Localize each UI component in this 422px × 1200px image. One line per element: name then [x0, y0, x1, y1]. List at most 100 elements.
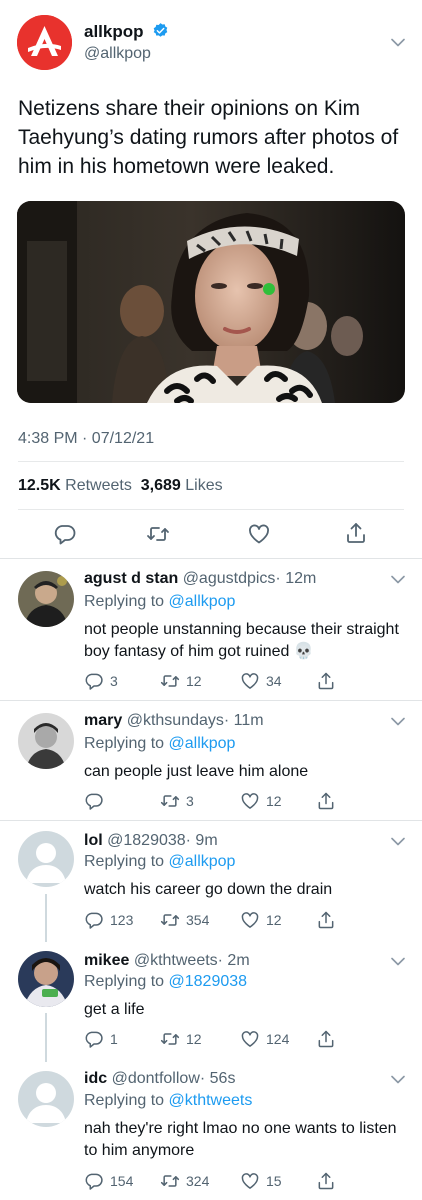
reply-tweet: mary @kthsundays· 11m Replying to @allkp… — [0, 701, 422, 819]
reply-time[interactable]: · 56s — [200, 1070, 236, 1087]
reply-button[interactable]: 1 — [84, 1029, 118, 1049]
heart-icon — [240, 1171, 260, 1191]
reply-author-name[interactable]: mary — [84, 712, 122, 729]
chevron-down-icon[interactable] — [391, 1075, 405, 1084]
retweet-button[interactable]: 354 — [160, 910, 209, 930]
reply-author-name[interactable]: mikee — [84, 952, 129, 969]
share-button[interactable] — [316, 1029, 336, 1049]
author-handle[interactable]: @allkpop — [84, 45, 151, 63]
share-button[interactable] — [316, 910, 336, 930]
share-button[interactable] — [316, 1171, 336, 1191]
reply-author-name[interactable]: idc — [84, 1070, 107, 1087]
reply-icon — [84, 671, 104, 691]
reply-icon — [84, 791, 104, 811]
share-button[interactable] — [316, 791, 336, 811]
heart-icon — [240, 671, 260, 691]
chevron-down-icon[interactable] — [391, 38, 405, 47]
reply-tweet: lol @1829038· 9m Replying to @allkpop wa… — [0, 821, 422, 941]
like-button[interactable]: 124 — [240, 1029, 289, 1049]
retweet-button[interactable]: 12 — [160, 1029, 202, 1049]
reply-author-handle[interactable]: @1829038 — [107, 832, 186, 849]
retweet-icon — [160, 791, 180, 811]
reply-time[interactable]: · 12m — [275, 570, 316, 587]
reply-text: get a life — [84, 1001, 145, 1018]
share-button[interactable] — [316, 671, 336, 691]
reply-text: nah they're right lmao no one wants to l… — [84, 1120, 397, 1159]
like-button[interactable]: 15 — [240, 1171, 282, 1191]
reply-author-handle[interactable]: @kthsundays — [127, 712, 224, 729]
reply-count: 3 — [110, 673, 118, 689]
retweet-icon — [160, 1171, 180, 1191]
replying-to-handle[interactable]: @allkpop — [169, 853, 236, 870]
replying-to: Replying to @1829038 — [84, 973, 247, 991]
replying-to-handle[interactable]: @1829038 — [169, 973, 248, 990]
reply-icon[interactable] — [53, 522, 77, 546]
user-avatar-image — [18, 571, 74, 627]
reply-author-name[interactable]: lol — [84, 832, 103, 849]
reply-button[interactable]: 123 — [84, 910, 133, 930]
share-icon — [316, 671, 336, 691]
main-tweet: allkpop @allkpop Netizens share their op… — [0, 0, 422, 557]
like-button[interactable]: 12 — [240, 910, 282, 930]
avatar[interactable] — [18, 951, 74, 1007]
share-icon[interactable] — [344, 521, 368, 545]
reply-actions: 3 12 34 — [84, 671, 344, 691]
retweet-icon[interactable] — [146, 522, 170, 546]
retweet-button[interactable]: 324 — [160, 1171, 209, 1191]
like-count: 34 — [266, 673, 282, 689]
reply-button[interactable] — [84, 791, 110, 811]
reply-button[interactable]: 154 — [84, 1171, 133, 1191]
like-count: 12 — [266, 793, 282, 809]
reply-header: mikee @kthtweets· 2m — [84, 952, 250, 970]
reply-time[interactable]: · 11m — [224, 712, 264, 729]
reply-author-handle[interactable]: @agustdpics — [183, 570, 276, 587]
tweet-timestamp[interactable]: 4:38 PM · 07/12/21 — [18, 430, 154, 448]
replying-to-handle[interactable]: @allkpop — [169, 593, 236, 610]
reply-header: idc @dontfollow· 56s — [84, 1070, 235, 1088]
retweets-count[interactable]: 12.5K — [18, 477, 61, 494]
chevron-down-icon[interactable] — [391, 575, 405, 584]
reply-time[interactable]: · 2m — [218, 952, 250, 969]
like-button[interactable]: 34 — [240, 671, 282, 691]
avatar[interactable] — [18, 713, 74, 769]
chevron-down-icon[interactable] — [391, 957, 405, 966]
avatar[interactable] — [18, 571, 74, 627]
reply-button[interactable]: 3 — [84, 671, 118, 691]
tweet-text: Netizens share their opinions on Kim Tae… — [18, 97, 399, 178]
tweet-photo[interactable] — [17, 201, 405, 403]
replying-label: Replying to — [84, 1092, 165, 1109]
reply-header: agust d stan @agustdpics· 12m — [84, 570, 316, 588]
like-button[interactable]: 12 — [240, 791, 282, 811]
reply-time[interactable]: · 9m — [186, 832, 218, 849]
replying-to-handle[interactable]: @kthtweets — [169, 1092, 253, 1109]
reply-icon — [84, 1029, 104, 1049]
author-name[interactable]: allkpop — [84, 22, 144, 42]
chevron-down-icon[interactable] — [391, 837, 405, 846]
reply-count: 154 — [110, 1173, 134, 1189]
reply-tweet: agust d stan @agustdpics· 12m Replying t… — [0, 559, 422, 699]
heart-icon[interactable] — [247, 522, 271, 546]
retweet-button[interactable]: 12 — [160, 671, 202, 691]
reply-author-name[interactable]: agust d stan — [84, 570, 178, 587]
user-avatar-image — [18, 951, 74, 1007]
avatar[interactable] — [18, 1071, 74, 1127]
chevron-down-icon[interactable] — [391, 717, 405, 726]
reply-icon — [84, 910, 104, 930]
user-avatar-image — [18, 713, 74, 769]
avatar[interactable] — [18, 831, 74, 887]
retweet-count: 12 — [186, 1031, 202, 1047]
allkpop-avatar[interactable] — [17, 15, 72, 70]
reply-author-handle[interactable]: @dontfollow — [112, 1070, 200, 1087]
replying-label: Replying to — [84, 973, 165, 990]
retweets-label[interactable]: Retweets — [65, 477, 132, 494]
replying-to-handle[interactable]: @allkpop — [169, 735, 236, 752]
reply-text: watch his career go down the drain — [84, 881, 333, 898]
retweet-button[interactable]: 3 — [160, 791, 194, 811]
retweet-icon — [160, 910, 180, 930]
reply-count: 1 — [110, 1031, 118, 1047]
likes-label[interactable]: Likes — [185, 477, 222, 494]
reply-author-handle[interactable]: @kthtweets — [134, 952, 218, 969]
reply-actions: 3 12 — [84, 791, 344, 811]
likes-count[interactable]: 3,689 — [141, 477, 181, 494]
reply-icon — [84, 1171, 104, 1191]
